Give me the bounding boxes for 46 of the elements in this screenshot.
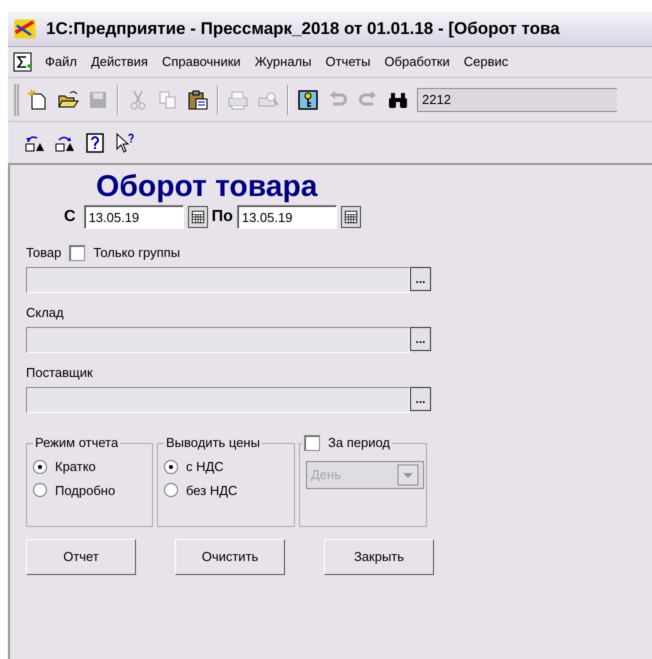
radio-button[interactable] xyxy=(164,483,178,498)
checkbox-label: Только группы xyxy=(93,244,180,262)
menu-item[interactable]: Действия xyxy=(84,52,155,72)
input-field[interactable] xyxy=(26,327,410,353)
action-button[interactable]: Закрыть xyxy=(324,539,434,575)
date-field[interactable]: 13.05.19 xyxy=(84,205,184,229)
radio-label: Кратко xyxy=(55,458,96,476)
menu-item[interactable]: Обработки xyxy=(377,52,457,72)
search-field[interactable]: 2212 xyxy=(417,88,617,112)
sum-icon[interactable] xyxy=(12,51,34,73)
clipboard-icon[interactable] xyxy=(187,88,209,110)
field-label: Склад xyxy=(26,304,64,322)
action-button[interactable]: Очистить xyxy=(175,539,285,575)
menu-item[interactable]: Сервис xyxy=(456,52,516,72)
action-button[interactable]: Отчет xyxy=(26,539,136,575)
pointer-help-icon[interactable] xyxy=(114,132,136,154)
menu-item[interactable]: Файл xyxy=(38,52,84,72)
form-title: Оборот товара xyxy=(96,169,319,205)
radio-button[interactable] xyxy=(33,483,47,498)
input-field[interactable] xyxy=(26,387,410,413)
menu-item[interactable]: Журналы xyxy=(248,52,318,72)
checkbox[interactable] xyxy=(304,435,320,451)
browse-button[interactable]: ... xyxy=(410,387,431,411)
menu-item[interactable]: Справочники xyxy=(154,52,248,72)
date-field[interactable]: 13.05.19 xyxy=(236,205,337,229)
to-label: По xyxy=(212,207,233,227)
radio-label: без НДС xyxy=(186,482,238,500)
help-icon[interactable] xyxy=(84,132,106,154)
radio-label: с НДС xyxy=(186,458,224,476)
checkbox[interactable] xyxy=(69,245,86,261)
group-label: Выводить цены xyxy=(165,435,261,451)
field-label: Товар xyxy=(26,244,62,262)
menu-item[interactable]: Отчеты xyxy=(318,52,378,72)
radio-button[interactable] xyxy=(33,460,47,474)
open-folder-icon[interactable] xyxy=(57,88,79,110)
browse-button[interactable]: ... xyxy=(410,327,431,351)
radio-button[interactable] xyxy=(164,460,178,474)
browse-button[interactable]: ... xyxy=(410,267,431,291)
radio-label: Подробно xyxy=(55,482,116,500)
from-label: С xyxy=(64,207,76,227)
group-label: Режим отчета xyxy=(34,435,120,451)
checkbox-label: За период xyxy=(328,435,390,451)
field-label: Поставщик xyxy=(26,364,93,382)
key-card-icon[interactable] xyxy=(297,88,319,110)
input-field[interactable] xyxy=(26,267,410,293)
window-title: 1С:Предприятие - Прессмарк_2018 от 01.01.18 - [Оборот това xyxy=(46,18,560,40)
